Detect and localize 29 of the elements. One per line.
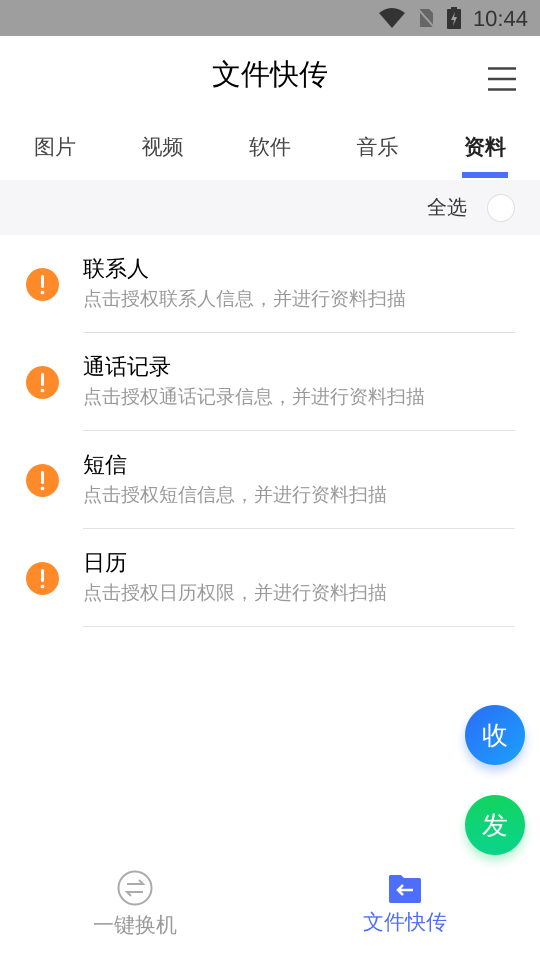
select-all-checkbox[interactable] [487, 194, 515, 222]
warning-icon [26, 562, 59, 594]
tab[interactable]: 图片 [30, 116, 80, 180]
page-title: 文件快传 [212, 58, 328, 94]
tab[interactable]: 视频 [138, 116, 188, 180]
tab[interactable]: 资料 [460, 116, 510, 180]
tab-indicator [462, 172, 508, 178]
tab[interactable]: 软件 [245, 116, 295, 180]
warning-icon [26, 366, 59, 398]
receive-button[interactable]: 收 [465, 705, 525, 765]
select-all-label: 全选 [427, 196, 467, 220]
item-title: 通话记录 [83, 352, 172, 380]
item-description: 点击授权联系人信息，并进行资料扫描 [83, 288, 407, 312]
item-description: 点击授权日历权限，并进行资料扫描 [83, 582, 388, 606]
warning-icon [26, 464, 59, 496]
warning-icon [26, 268, 59, 300]
item-title: 日历 [83, 548, 128, 576]
item-description: 点击授权短信信息，并进行资料扫描 [83, 484, 388, 508]
nav-tab[interactable]: 文件快传 [270, 860, 540, 952]
battery-icon [446, 7, 461, 29]
tab[interactable]: 音乐 [352, 116, 402, 180]
swap-icon [117, 870, 153, 906]
status-time: 10:44 [472, 4, 528, 32]
folder-icon [388, 873, 422, 904]
menu-icon[interactable] [488, 67, 516, 91]
item-title: 联系人 [83, 254, 150, 282]
item-description: 点击授权通话记录信息，并进行资料扫描 [83, 386, 426, 410]
wifi-icon [378, 8, 405, 28]
item-title: 短信 [83, 450, 128, 478]
